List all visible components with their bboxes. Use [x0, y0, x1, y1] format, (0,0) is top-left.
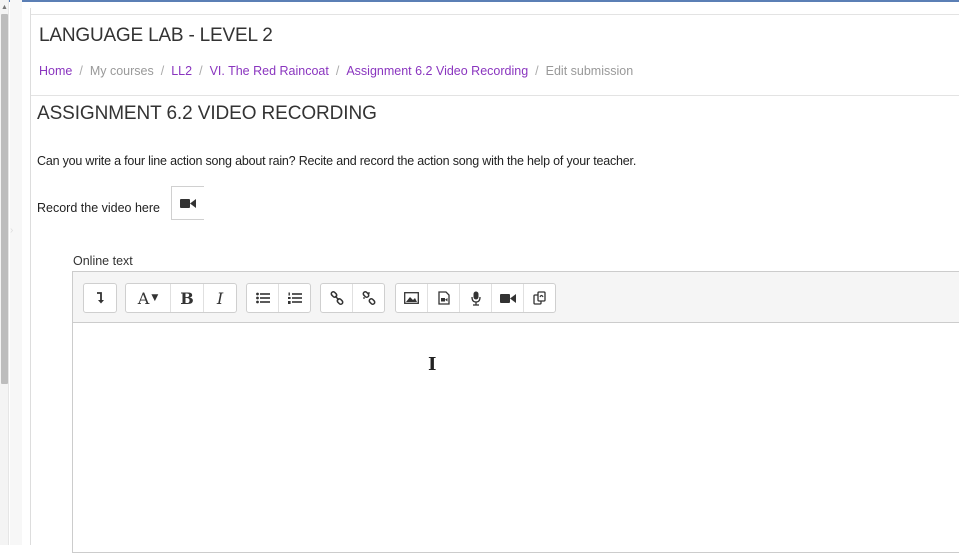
scroll-up-icon[interactable]: ▲	[1, 4, 8, 12]
record-audio-button[interactable]	[460, 284, 492, 312]
italic-button[interactable]: I	[204, 284, 236, 312]
link-button[interactable]	[321, 284, 353, 312]
record-video-toolbar-button[interactable]	[492, 284, 524, 312]
link-icon	[330, 291, 343, 305]
collapse-toggle-icon	[97, 292, 104, 304]
insert-media-button[interactable]	[428, 284, 460, 312]
unordered-list-icon	[255, 292, 270, 304]
breadcrumb-course[interactable]: LL2	[171, 64, 192, 78]
scrollbar[interactable]: ▲	[0, 0, 9, 545]
unordered-list-button[interactable]	[247, 284, 279, 312]
insert-media-icon	[437, 291, 450, 305]
breadcrumb-home[interactable]: Home	[39, 64, 72, 78]
record-video-icon	[499, 293, 516, 303]
assignment-intro: Can you write a four line action song ab…	[37, 154, 637, 168]
unlink-icon	[362, 291, 375, 305]
scrollbar-thumb[interactable]	[1, 14, 8, 384]
drawer-rail: ›	[10, 0, 22, 545]
online-text-label: Online text	[73, 254, 133, 268]
breadcrumb-section[interactable]: VI. The Red Raincoat	[210, 64, 329, 78]
insert-image-button[interactable]	[396, 284, 428, 312]
italic-icon: I	[216, 288, 224, 308]
record-audio-icon	[470, 291, 481, 306]
font-style-dropdown-icon: A	[137, 288, 150, 308]
record-video-button[interactable]	[171, 186, 204, 220]
editor-content-area[interactable]	[73, 323, 959, 552]
page-title: ASSIGNMENT 6.2 VIDEO RECORDING	[37, 103, 377, 124]
collapse-toggle-button[interactable]	[84, 284, 116, 312]
breadcrumb-my-courses[interactable]: My courses	[90, 64, 154, 78]
video-camera-icon	[180, 198, 196, 208]
text-cursor-icon: I	[428, 354, 437, 375]
ordered-list-button[interactable]	[279, 284, 310, 312]
bold-icon: B	[180, 288, 194, 308]
toolbar-group-style: A ▼ B I	[125, 283, 237, 313]
font-style-dropdown[interactable]: A ▼	[126, 284, 171, 312]
toolbar-group-media	[395, 283, 556, 313]
site-title: LANGUAGE LAB - LEVEL 2	[39, 25, 273, 46]
insert-image-icon	[404, 292, 419, 304]
breadcrumb-assignment[interactable]: Assignment 6.2 Video Recording	[346, 64, 528, 78]
breadcrumb: Home / My courses / LL2/VI. The Red Raincoat…	[39, 64, 634, 78]
toolbar-group-links	[320, 283, 385, 313]
editor-toolbar: A ▼ B I	[73, 272, 959, 323]
caret-down-icon: ▼	[151, 293, 159, 303]
toolbar-group-lists	[246, 283, 311, 313]
unlink-button[interactable]	[353, 284, 384, 312]
online-text-editor: A ▼ B I I	[72, 271, 959, 553]
ordered-list-icon	[287, 292, 302, 304]
manage-files-button[interactable]	[524, 284, 555, 312]
breadcrumb-current: Edit submission	[545, 64, 634, 78]
record-video-label: Record the video here	[37, 201, 160, 215]
bold-button[interactable]: B	[171, 284, 204, 312]
top-border	[0, 0, 959, 2]
manage-files-icon	[532, 291, 546, 305]
toolbar-group-collapse	[83, 283, 117, 313]
page-header: LANGUAGE LAB - LEVEL 2 Home / My courses / L…	[31, 14, 959, 96]
drawer-handle-icon[interactable]: ›	[10, 225, 13, 236]
